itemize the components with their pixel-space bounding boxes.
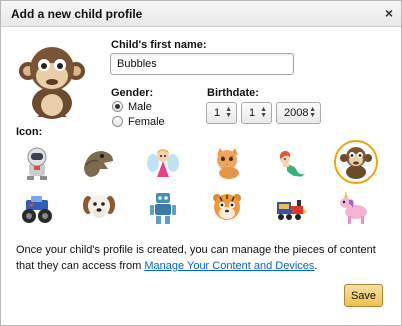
dinosaur-icon <box>84 151 113 177</box>
avatar-option-tiger[interactable] <box>206 187 248 229</box>
add-child-profile-dialog: Add a new child profile × Child's first … <box>0 0 402 326</box>
birth-year-select[interactable]: 2008 ▲ ▼ <box>276 102 321 124</box>
avatar-option-astronaut[interactable] <box>16 142 58 184</box>
updown-arrows-icon: ▲ ▼ <box>225 106 232 119</box>
birth-month-value: 1 <box>214 107 221 119</box>
birth-year-value: 2008 <box>284 107 309 119</box>
updown-arrows-icon: ▲ ▼ <box>260 106 267 119</box>
female-radio[interactable] <box>112 116 123 127</box>
avatar-option-puppy[interactable] <box>78 187 120 229</box>
name-label: Child's first name: <box>111 39 207 51</box>
avatar-option-robot[interactable] <box>142 187 184 229</box>
dialog-titlebar: Add a new child profile × <box>1 1 401 27</box>
gender-option-male[interactable]: Male <box>112 100 152 113</box>
save-button[interactable]: Save <box>344 284 383 307</box>
birth-day-select[interactable]: 1 ▲ ▼ <box>241 102 272 124</box>
unicorn-icon <box>340 191 367 224</box>
monster-truck-icon <box>22 196 52 223</box>
male-radio[interactable] <box>112 101 123 112</box>
manage-content-devices-link[interactable]: Manage Your Content and Devices <box>144 260 314 272</box>
child-name-input[interactable] <box>110 53 294 75</box>
icon-label: Icon: <box>16 126 43 138</box>
avatar-option-monkey[interactable] <box>334 140 378 184</box>
kitten-icon <box>217 148 239 179</box>
tiger-icon <box>213 194 241 220</box>
updown-arrows-icon: ▲ ▼ <box>309 106 316 119</box>
info-text-suffix: . <box>314 260 318 272</box>
birth-month-select[interactable]: 1 ▲ ▼ <box>206 102 237 124</box>
info-text: Once your child's profile is created, yo… <box>16 242 394 274</box>
robot-icon <box>150 193 176 224</box>
avatar-option-monster-truck[interactable] <box>16 187 58 229</box>
male-radio-label: Male <box>128 100 152 113</box>
female-radio-label: Female <box>128 115 165 128</box>
avatar-option-kitten[interactable] <box>206 142 248 184</box>
train-icon <box>277 200 307 220</box>
avatar-option-mermaid[interactable] <box>270 142 312 184</box>
puppy-icon <box>83 195 115 218</box>
astronaut-icon <box>27 147 47 180</box>
gender-option-female[interactable]: Female <box>112 115 165 128</box>
avatar-option-train[interactable] <box>270 187 312 229</box>
avatar-option-unicorn[interactable] <box>334 187 376 229</box>
birth-day-value: 1 <box>249 107 256 119</box>
avatar-option-fairy[interactable] <box>142 142 184 184</box>
avatar-option-dinosaur[interactable] <box>77 142 119 184</box>
fairy-icon <box>147 149 179 177</box>
monkey-icon <box>340 147 372 179</box>
selected-avatar-monkey-icon <box>19 47 85 119</box>
gender-label: Gender: <box>111 87 154 99</box>
dialog-title: Add a new child profile <box>11 7 143 21</box>
close-icon[interactable]: × <box>385 5 393 21</box>
mermaid-icon <box>279 151 305 177</box>
birthdate-label: Birthdate: <box>207 87 259 99</box>
